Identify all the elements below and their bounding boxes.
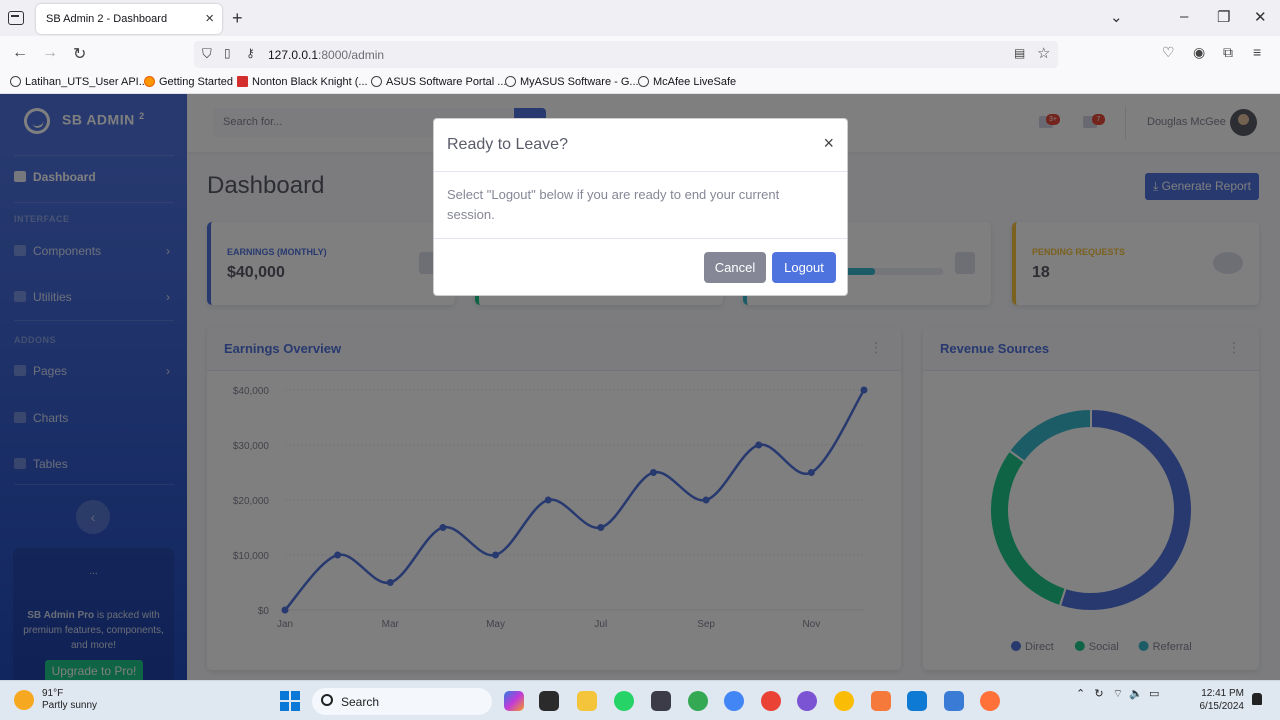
close-window-icon[interactable]: ✕	[1254, 8, 1267, 26]
bookmark-item[interactable]: Nonton Black Knight (...	[237, 76, 368, 88]
minimize-icon[interactable]: –	[1180, 8, 1188, 25]
modal-footer-divider	[434, 238, 847, 239]
shield-icon[interactable]: ⛉	[202, 46, 212, 62]
file-explorer-icon[interactable]	[577, 691, 597, 711]
chrome-profile-icon[interactable]	[688, 691, 708, 711]
task-view-icon[interactable]	[539, 691, 559, 711]
bookmark-item[interactable]: Getting Started	[144, 76, 233, 88]
forward-icon[interactable]: →	[42, 44, 58, 62]
date-text: 6/15/2024	[1199, 701, 1245, 712]
modal-header: Ready to Leave? ×	[434, 119, 847, 172]
close-tab-icon[interactable]: ×	[205, 10, 214, 27]
modal-title: Ready to Leave?	[447, 136, 568, 153]
key-icon[interactable]: ⚷	[246, 46, 255, 60]
whatsapp-icon[interactable]	[614, 691, 634, 711]
cancel-button[interactable]: Cancel	[704, 252, 766, 283]
weather-desc: Partly sunny	[42, 700, 98, 711]
app-viewport: SB ADMIN 2 Dashboard INTERFACE Component…	[0, 94, 1280, 680]
close-icon[interactable]: ×	[823, 133, 834, 154]
bookmark-item[interactable]: ASUS Software Portal ...	[371, 76, 506, 88]
taskbar: 91°F Partly sunny Search ⌃ ↻ ⌔ 🔈 ▭ 12:41 …	[0, 680, 1280, 720]
browser-nav-bar: ← → ↻ ⛉ ▯ ⚷ 127.0.0.1:8000/admin ▤ ☆ ♡ ◉…	[0, 36, 1280, 72]
bookmark-item[interactable]: MyASUS Software - G...	[505, 76, 639, 88]
vscode-icon[interactable]	[907, 691, 927, 711]
tab-list-chevron-icon[interactable]: ⌄	[1110, 8, 1123, 26]
new-tab-icon[interactable]: +	[232, 8, 243, 29]
pocket-icon[interactable]: ♡	[1162, 44, 1175, 61]
chrome-profile-icon[interactable]	[724, 691, 744, 711]
address-bar[interactable]: ⛉ ▯ ⚷ 127.0.0.1:8000/admin ▤ ☆	[194, 41, 1058, 68]
chrome-profile-icon[interactable]	[834, 691, 854, 711]
chrome-profile-icon[interactable]	[797, 691, 817, 711]
taskbar-search[interactable]: Search	[312, 688, 492, 715]
weather-temp: 91°F	[42, 688, 64, 699]
clock[interactable]: 12:41 PM 6/15/2024	[1196, 687, 1245, 713]
bookmarks-bar: Latihan_UTS_User API... Getting Started …	[0, 72, 1280, 94]
firefox-icon[interactable]	[980, 691, 1000, 711]
browser-tab[interactable]: SB Admin 2 - Dashboard ×	[36, 4, 222, 34]
account-icon[interactable]: ◉	[1193, 44, 1205, 61]
unity-icon[interactable]	[651, 691, 671, 711]
xampp-icon[interactable]	[871, 691, 891, 711]
menu-icon[interactable]: ≡	[1253, 44, 1261, 60]
bookmark-star-icon[interactable]: ☆	[1037, 44, 1050, 62]
bookmark-item[interactable]: Latihan_UTS_User API...	[10, 76, 148, 88]
browser-tab-bar: SB Admin 2 - Dashboard × + ⌄ – ❐ ✕	[0, 0, 1280, 36]
bookmark-item[interactable]: McAfee LiveSafe	[638, 76, 736, 88]
logout-modal: Ready to Leave? × Select "Logout" below …	[433, 118, 848, 296]
logout-button[interactable]: Logout	[772, 252, 836, 283]
list-all-tabs-icon[interactable]	[8, 11, 24, 25]
reader-view-icon[interactable]: ▤	[1014, 46, 1025, 60]
time-text: 12:41 PM	[1201, 688, 1244, 699]
restore-icon[interactable]: ❐	[1217, 8, 1230, 26]
extensions-icon[interactable]: ⧉	[1223, 44, 1233, 61]
url-text: 127.0.0.1:8000/admin	[268, 48, 385, 62]
notification-bell-icon[interactable]	[1252, 693, 1262, 705]
reload-icon[interactable]: ↻	[73, 44, 86, 64]
notepad-icon[interactable]	[944, 691, 964, 711]
tab-title: SB Admin 2 - Dashboard	[46, 13, 168, 25]
copilot-icon[interactable]	[504, 691, 524, 711]
system-tray[interactable]: ⌃ ↻ ⌔ 🔈 ▭	[1076, 687, 1159, 701]
weather-sun-icon	[14, 690, 34, 710]
page-icon: ▯	[224, 46, 231, 60]
search-icon	[321, 694, 333, 706]
windows-start-icon[interactable]	[280, 691, 300, 711]
modal-body: Select "Logout" below if you are ready t…	[447, 187, 780, 222]
chrome-icon[interactable]	[761, 691, 781, 711]
back-icon[interactable]: ←	[12, 44, 28, 62]
